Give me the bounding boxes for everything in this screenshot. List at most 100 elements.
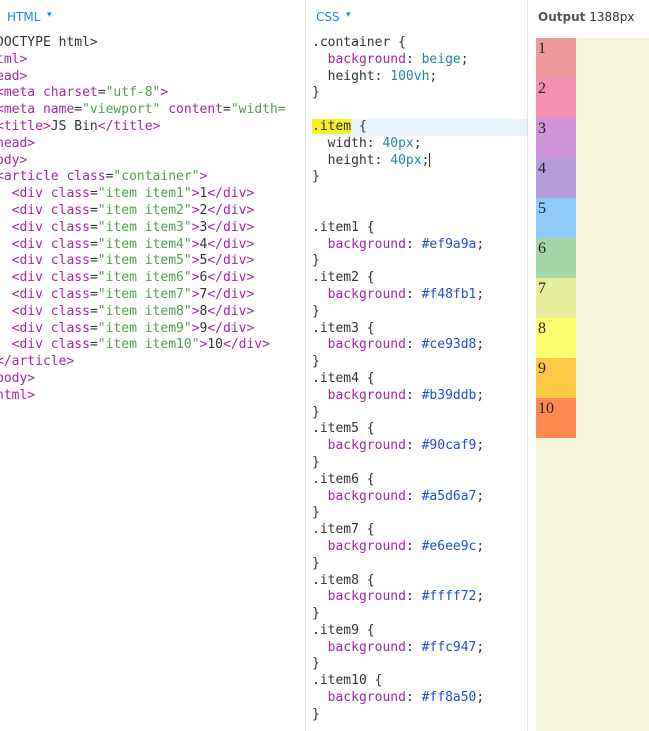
- code-line[interactable]: [312, 203, 527, 220]
- code-line[interactable]: background: #ef9a9a;: [312, 237, 527, 254]
- css-code-editor[interactable]: .container { background: beige; height: …: [312, 35, 527, 724]
- code-line[interactable]: <div class="item item3">3</div>: [0, 220, 305, 237]
- code-line[interactable]: <div class="item item8">8</div>: [0, 304, 305, 321]
- css-panel-tab[interactable]: CSS: [316, 10, 340, 24]
- code-line[interactable]: ead>: [0, 69, 305, 86]
- css-editor-pane[interactable]: CSS ▾ .container { background: beige; he…: [306, 0, 527, 731]
- code-line[interactable]: .item2 {: [312, 270, 527, 287]
- code-line[interactable]: <div class="item item10">10</div>: [0, 337, 305, 354]
- code-line[interactable]: }: [312, 606, 527, 623]
- output-pane-header: Output 1388px: [538, 10, 634, 24]
- code-token: >: [191, 303, 200, 319]
- code-token: #f48fb1: [421, 286, 477, 302]
- output-title: Output: [538, 10, 586, 24]
- code-line[interactable]: <div class="item item2">2</div>: [0, 203, 305, 220]
- html-code-editor[interactable]: DOCTYPE html>tml>ead><meta charset="utf-…: [0, 35, 305, 405]
- code-line[interactable]: .container {: [312, 35, 527, 52]
- code-line[interactable]: [312, 102, 527, 119]
- code-line[interactable]: background: #ffff72;: [312, 589, 527, 606]
- code-line[interactable]: <meta name="viewport" content="width=: [0, 102, 305, 119]
- code-line[interactable]: }: [312, 304, 527, 321]
- code-line[interactable]: }: [312, 85, 527, 102]
- html-dropdown-caret-icon[interactable]: ▾: [47, 10, 52, 20]
- code-line[interactable]: }: [312, 253, 527, 270]
- code-line[interactable]: height: 40px;: [312, 153, 527, 170]
- code-line[interactable]: height: 100vh;: [312, 69, 527, 86]
- code-line[interactable]: </article>: [0, 354, 305, 371]
- code-token: :: [405, 488, 422, 504]
- code-line[interactable]: }: [312, 656, 527, 673]
- code-line[interactable]: }: [312, 354, 527, 371]
- code-line[interactable]: tml>: [0, 52, 305, 69]
- code-line[interactable]: }: [312, 556, 527, 573]
- code-token: =: [89, 303, 98, 319]
- code-token: }: [312, 303, 320, 319]
- code-line[interactable]: .item3 {: [312, 321, 527, 338]
- code-line[interactable]: <div class="item item9">9</div>: [0, 321, 305, 338]
- code-line[interactable]: background: beige;: [312, 52, 527, 69]
- html-panel-tab[interactable]: HTML: [7, 10, 40, 24]
- code-line[interactable]: width: 40px;: [312, 136, 527, 153]
- code-token: >: [191, 186, 200, 202]
- code-line[interactable]: background: #b39ddb;: [312, 388, 527, 405]
- code-line[interactable]: background: #ce93d8;: [312, 337, 527, 354]
- code-line[interactable]: .item5 {: [312, 421, 527, 438]
- output-width-label: 1388px: [589, 10, 635, 24]
- code-line[interactable]: <div class="item item6">6</div>: [0, 270, 305, 287]
- code-token: <article: [0, 169, 59, 185]
- code-line[interactable]: <title>JS Bin</title>: [0, 119, 305, 136]
- code-line[interactable]: }: [312, 707, 527, 724]
- code-token: #b39ddb: [421, 387, 477, 403]
- code-token: class: [50, 303, 90, 319]
- code-token: >: [191, 320, 200, 336]
- code-token: "item item8": [97, 303, 192, 319]
- code-line[interactable]: ody>: [0, 153, 305, 170]
- code-token: "container": [113, 169, 200, 185]
- code-line[interactable]: html>: [0, 388, 305, 405]
- code-line[interactable]: <div class="item item5">5</div>: [0, 253, 305, 270]
- code-token: <div: [11, 286, 43, 302]
- code-line[interactable]: head>: [0, 136, 305, 153]
- code-line[interactable]: .item10 {: [312, 673, 527, 690]
- code-line[interactable]: background: #a5d6a7;: [312, 489, 527, 506]
- code-token: :: [405, 387, 422, 403]
- html-editor-pane[interactable]: HTML ▾ DOCTYPE html>tml>ead><meta charse…: [0, 0, 305, 731]
- code-token: ;: [421, 152, 430, 168]
- code-line[interactable]: }: [312, 505, 527, 522]
- output-item-10: 10: [536, 398, 576, 438]
- code-line[interactable]: .item {: [312, 118, 527, 136]
- code-token: ;: [476, 387, 485, 403]
- code-line[interactable]: .item6 {: [312, 472, 527, 489]
- code-line[interactable]: DOCTYPE html>: [0, 35, 305, 52]
- code-token: <div: [11, 337, 43, 353]
- code-token: #ce93d8: [421, 337, 477, 353]
- code-line[interactable]: <div class="item item1">1</div>: [0, 186, 305, 203]
- code-line[interactable]: }: [312, 405, 527, 422]
- code-line[interactable]: .item4 {: [312, 371, 527, 388]
- code-line[interactable]: background: #f48fb1;: [312, 287, 527, 304]
- code-line[interactable]: background: #ffc947;: [312, 640, 527, 657]
- code-line[interactable]: background: #ff8a50;: [312, 690, 527, 707]
- code-line[interactable]: background: #90caf9;: [312, 438, 527, 455]
- code-token: .item: [312, 118, 352, 134]
- code-line[interactable]: <article class="container">: [0, 169, 305, 186]
- code-line[interactable]: }: [312, 169, 527, 186]
- code-token: <div: [11, 303, 43, 319]
- code-line[interactable]: <meta charset="utf-8">: [0, 85, 305, 102]
- code-line[interactable]: body>: [0, 371, 305, 388]
- code-token: beige: [421, 51, 461, 67]
- code-line[interactable]: <div class="item item7">7</div>: [0, 287, 305, 304]
- css-dropdown-caret-icon[interactable]: ▾: [346, 10, 351, 20]
- code-line[interactable]: }: [312, 455, 527, 472]
- code-line[interactable]: .item9 {: [312, 623, 527, 640]
- code-line[interactable]: <div class="item item4">4</div>: [0, 237, 305, 254]
- code-line[interactable]: [312, 186, 527, 203]
- code-line[interactable]: background: #e6ee9c;: [312, 539, 527, 556]
- code-line[interactable]: .item7 {: [312, 522, 527, 539]
- code-line[interactable]: .item8 {: [312, 573, 527, 590]
- code-line[interactable]: .item1 {: [312, 220, 527, 237]
- code-token: 10: [207, 337, 223, 353]
